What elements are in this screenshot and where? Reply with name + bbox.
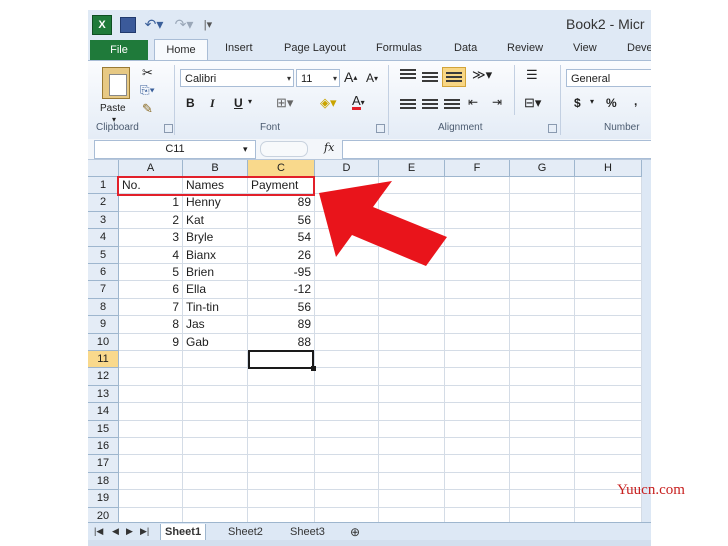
watermark: Yuucn.com <box>617 482 685 498</box>
annotation-arrow-layer <box>319 181 447 266</box>
red-arrow-icon <box>319 181 447 266</box>
